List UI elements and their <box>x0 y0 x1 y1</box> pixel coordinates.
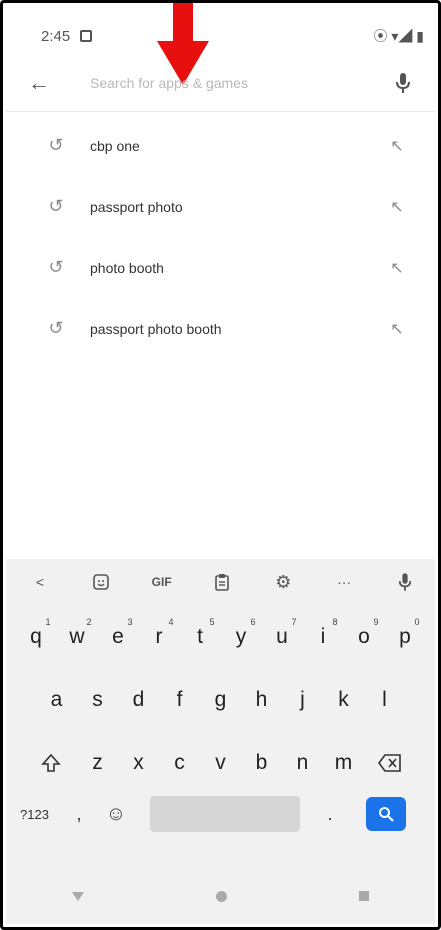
system-navigation-bar <box>6 874 435 918</box>
key-e[interactable]: 3e <box>98 609 139 664</box>
key-b[interactable]: b <box>241 735 282 790</box>
key-j[interactable]: j <box>282 672 323 727</box>
nav-home-icon[interactable] <box>216 890 227 902</box>
history-item-label: cbp one <box>90 137 140 154</box>
key-o[interactable]: 9o <box>344 609 385 664</box>
collapse-toolbar-icon[interactable]: < <box>24 574 56 590</box>
key-x[interactable]: x <box>118 735 159 790</box>
history-icon: ↺ <box>48 135 64 155</box>
key-n[interactable]: n <box>282 735 323 790</box>
history-item[interactable]: ↺ passport photo ↖ <box>6 176 435 237</box>
clipboard-icon[interactable] <box>206 573 238 591</box>
comma-key[interactable]: , <box>64 804 94 825</box>
space-bar[interactable] <box>150 796 300 832</box>
fill-query-arrow-icon[interactable]: ↖ <box>383 258 411 278</box>
fill-query-arrow-icon[interactable]: ↖ <box>383 197 411 217</box>
history-item[interactable]: ↺ cbp one ↖ <box>6 115 435 176</box>
key-c[interactable]: c <box>159 735 200 790</box>
status-bar: 2:45 ⦿ ▾◢ ▮ <box>17 23 424 49</box>
emoji-key-icon[interactable]: ☺ <box>94 803 138 826</box>
key-a[interactable]: a <box>36 672 77 727</box>
key-i[interactable]: 8i <box>303 609 344 664</box>
key-u[interactable]: 7u <box>262 609 303 664</box>
keyboard-row-1: 1q 2w 3e 4r 5t 6y 7u 8i 9o 0p <box>6 609 435 664</box>
key-w[interactable]: 2w <box>57 609 98 664</box>
status-icons: ⦿ ▾◢ ▮ <box>373 28 424 44</box>
key-g[interactable]: g <box>200 672 241 727</box>
key-f[interactable]: f <box>159 672 200 727</box>
gif-button[interactable]: GIF <box>146 575 178 589</box>
history-icon: ↺ <box>48 196 64 216</box>
key-v[interactable]: v <box>200 735 241 790</box>
key-d[interactable]: d <box>118 672 159 727</box>
notification-icon <box>80 30 93 42</box>
sticker-icon[interactable] <box>85 573 117 591</box>
key-z[interactable]: z <box>77 735 118 790</box>
key-t[interactable]: 5t <box>180 609 221 664</box>
search-bar: ← <box>6 55 435 112</box>
key-s[interactable]: s <box>77 672 118 727</box>
key-l[interactable]: l <box>364 672 405 727</box>
history-item-label: passport photo booth <box>90 320 222 337</box>
key-k[interactable]: k <box>323 672 364 727</box>
shift-key-icon[interactable] <box>25 735 77 790</box>
keyboard-toolbar: < GIF ⚙ ··· <box>6 559 435 605</box>
search-key-icon[interactable] <box>366 797 406 831</box>
key-m[interactable]: m <box>323 735 364 790</box>
search-input[interactable] <box>88 74 383 92</box>
period-key[interactable]: . <box>300 804 360 825</box>
microphone-icon[interactable] <box>383 72 423 94</box>
back-arrow-icon[interactable]: ← <box>28 70 58 96</box>
voice-input-icon[interactable] <box>389 572 421 592</box>
key-q[interactable]: 1q <box>16 609 57 664</box>
history-icon: ↺ <box>48 257 64 277</box>
key-h[interactable]: h <box>241 672 282 727</box>
history-item-label: passport photo <box>90 198 183 215</box>
more-options-icon[interactable]: ··· <box>328 574 360 590</box>
keyboard-row-2: a s d f g h j k l <box>6 672 435 727</box>
key-p[interactable]: 0p <box>385 609 426 664</box>
status-time: 2:45 <box>41 27 71 45</box>
settings-gear-icon[interactable]: ⚙ <box>267 572 299 593</box>
keyboard-row-3: z x c v b n m <box>6 735 435 790</box>
history-item[interactable]: ↺ photo booth ↖ <box>6 237 435 298</box>
fill-query-arrow-icon[interactable]: ↖ <box>383 319 411 339</box>
history-item-label: photo booth <box>90 259 164 276</box>
nav-recents-icon[interactable] <box>359 891 369 901</box>
history-item[interactable]: ↺ passport photo booth ↖ <box>6 298 435 359</box>
key-y[interactable]: 6y <box>221 609 262 664</box>
on-screen-keyboard: < GIF ⚙ ··· 1q 2w 3e 4r 5t 6y 7u 8i 9o 0… <box>6 559 435 924</box>
phone-screen: 2:45 ⦿ ▾◢ ▮ ← ↺ cbp one ↖ ↺ passport pho… <box>0 0 441 930</box>
backspace-key-icon[interactable] <box>364 735 416 790</box>
key-r[interactable]: 4r <box>139 609 180 664</box>
fill-query-arrow-icon[interactable]: ↖ <box>383 136 411 156</box>
symbols-key[interactable]: ?123 <box>20 807 64 822</box>
nav-back-icon[interactable] <box>72 891 84 901</box>
history-icon: ↺ <box>48 318 64 338</box>
keyboard-row-4: ?123 , ☺ . <box>6 796 435 832</box>
search-history-list: ↺ cbp one ↖ ↺ passport photo ↖ ↺ photo b… <box>6 115 435 359</box>
